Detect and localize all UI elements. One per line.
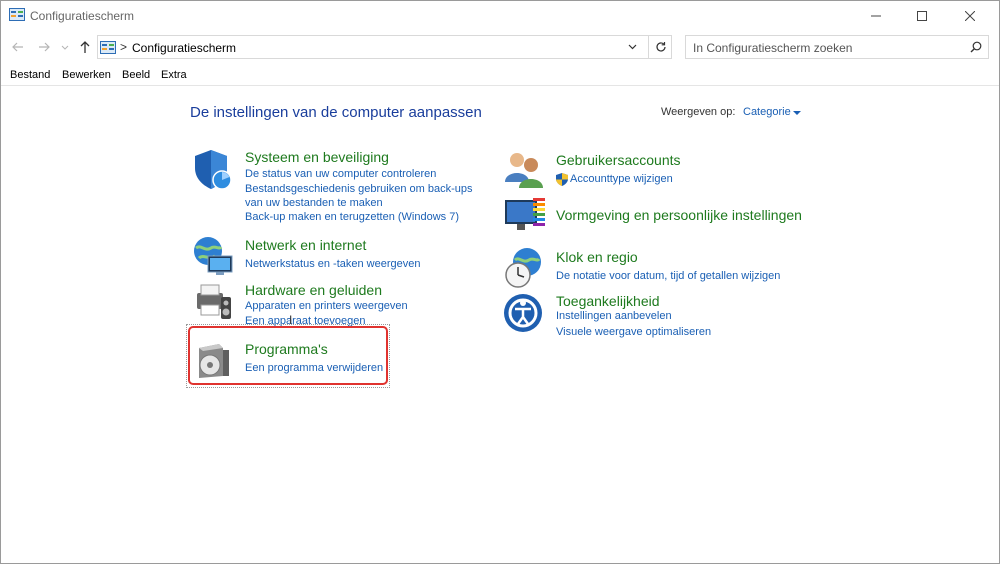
arrow-right-icon	[39, 42, 50, 52]
clock-region-icon[interactable]	[503, 246, 547, 290]
back-button[interactable]	[10, 38, 26, 56]
appearance-monitor-icon[interactable]	[503, 194, 547, 238]
close-button[interactable]	[947, 1, 993, 31]
recent-locations-button[interactable]	[59, 38, 71, 56]
chevron-down-icon	[628, 44, 636, 50]
search-input[interactable]: In Configuratiescherm zoeken	[693, 41, 852, 55]
navigation-bar: > Configuratiescherm In Configuratiesche…	[1, 31, 999, 65]
menu-bestand[interactable]: Bestand	[10, 69, 50, 81]
link-check-computer-status[interactable]: De status van uw computer controleren	[245, 168, 436, 180]
category-user-accounts-title[interactable]: Gebruikersaccounts	[556, 152, 681, 168]
link-uninstall-program[interactable]: Een programma verwijderen	[245, 362, 383, 374]
link-recommend-settings[interactable]: Instellingen aanbevelen	[556, 310, 672, 322]
address-bar[interactable]: > Configuratiescherm	[97, 35, 672, 59]
link-optimize-visual-display[interactable]: Visuele weergave optimaliseren	[556, 326, 711, 338]
title-bar: Configuratiescherm	[1, 1, 999, 31]
view-by-label: Weergeven op:	[661, 106, 736, 118]
search-box[interactable]: In Configuratiescherm zoeken	[685, 35, 989, 59]
ease-of-access-icon[interactable]	[503, 291, 547, 335]
window-title: Configuratiescherm	[30, 9, 135, 23]
arrow-up-icon	[80, 40, 90, 53]
programs-disc-box-icon[interactable]	[193, 338, 237, 382]
view-by-dropdown-arrow-icon[interactable]	[793, 111, 801, 115]
maximize-button[interactable]	[899, 1, 945, 31]
network-globe-icon[interactable]	[191, 234, 235, 278]
control-panel-icon	[100, 41, 116, 54]
minimize-icon	[871, 15, 881, 17]
category-hardware-sound-title[interactable]: Hardware en geluiden	[245, 282, 382, 298]
address-dropdown-button[interactable]	[622, 36, 642, 58]
refresh-button[interactable]	[648, 36, 673, 58]
category-programs-title[interactable]: Programma's	[245, 341, 328, 357]
up-button[interactable]	[77, 38, 93, 56]
control-panel-icon	[9, 8, 25, 21]
link-change-account-type[interactable]: Accounttype wijzigen	[570, 173, 673, 185]
category-network-internet-title[interactable]: Netwerk en internet	[245, 237, 366, 253]
link-backup-restore-win7[interactable]: Back-up maken en terugzetten (Windows 7)	[245, 211, 459, 223]
view-by-dropdown[interactable]: Categorie	[743, 106, 791, 118]
link-file-history-backup[interactable]: Bestandsgeschiedenis gebruiken om back-u…	[245, 182, 490, 210]
user-accounts-icon[interactable]	[503, 148, 547, 192]
breadcrumb-control-panel[interactable]: Configuratiescherm	[132, 41, 236, 55]
link-network-status-tasks[interactable]: Netwerkstatus en -taken weergeven	[245, 258, 420, 270]
menu-bewerken[interactable]: Bewerken	[62, 69, 111, 81]
system-security-shield-icon[interactable]	[191, 148, 235, 192]
menu-beeld[interactable]: Beeld	[122, 69, 150, 81]
refresh-icon	[656, 42, 666, 52]
category-system-security-title[interactable]: Systeem en beveiliging	[245, 149, 389, 165]
category-ease-of-access-title[interactable]: Toegankelijkheid	[556, 293, 660, 309]
minimize-button[interactable]	[853, 1, 899, 31]
mouse-cursor-icon: I	[289, 313, 293, 327]
category-clock-region-title[interactable]: Klok en regio	[556, 249, 638, 265]
search-icon[interactable]	[970, 41, 982, 53]
menu-extra[interactable]: Extra	[161, 69, 187, 81]
category-appearance-title[interactable]: Vormgeving en persoonlijke instellingen	[556, 207, 802, 223]
arrow-left-icon	[12, 42, 23, 52]
control-panel-window: Configuratiescherm > Configuratiescherm …	[0, 0, 1000, 564]
chevron-down-icon	[61, 45, 69, 50]
uac-shield-icon	[556, 173, 568, 186]
breadcrumb-separator: >	[120, 40, 128, 54]
link-devices-printers[interactable]: Apparaten en printers weergeven	[245, 300, 408, 312]
link-date-time-format[interactable]: De notatie voor datum, tijd of getallen …	[556, 270, 780, 282]
maximize-icon	[917, 11, 927, 21]
hardware-printer-icon[interactable]	[191, 279, 235, 323]
close-icon	[965, 11, 975, 21]
menu-bar: Bestand Bewerken Beeld Extra	[1, 65, 999, 86]
forward-button[interactable]	[36, 38, 52, 56]
page-title: De instellingen van de computer aanpasse…	[190, 104, 482, 121]
content-area: De instellingen van de computer aanpasse…	[1, 86, 999, 563]
